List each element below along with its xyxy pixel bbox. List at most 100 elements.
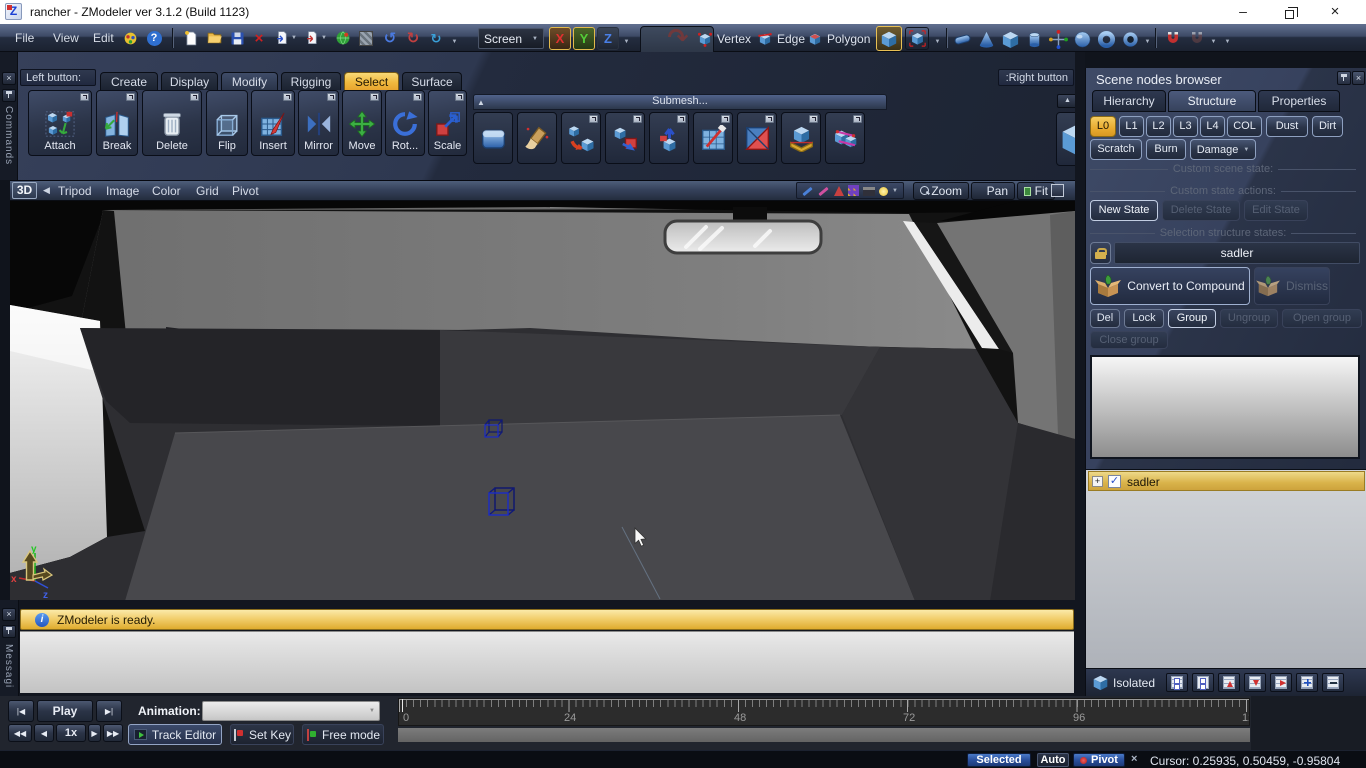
detach-panel-icon[interactable] [853,115,862,123]
auto-mode-button[interactable]: Auto [1037,753,1069,767]
import-button[interactable]: ▼ [272,27,300,49]
minimize-button[interactable]: – [1222,0,1264,24]
fit-button[interactable]: Fit [1017,182,1055,200]
scene-browser-pin-button[interactable] [1337,71,1351,85]
polygon-mode-button[interactable]: Polygon [804,28,873,50]
axis-x-button[interactable]: X [549,27,571,50]
settings-button[interactable] [120,27,140,49]
detach-panel-icon[interactable] [677,115,686,123]
submesh-extrude-button[interactable] [649,112,689,164]
close-button[interactable]: × [1314,0,1356,24]
undo-button[interactable]: ↺ [380,27,400,49]
viewport-menu-grid[interactable]: Grid [196,184,219,198]
redo-button[interactable]: ↻ [403,27,423,49]
step-back-button[interactable]: ◀ [34,724,54,742]
detach-panel-icon[interactable] [765,115,774,123]
menu-view[interactable]: View [48,29,84,47]
pivot-mode-button[interactable]: Pivot [1073,753,1125,767]
create-cylinder-button[interactable] [1023,28,1046,50]
detach-panel-icon[interactable] [809,115,818,123]
timeline-track[interactable] [398,728,1250,742]
export-button[interactable]: ▼ [302,27,330,49]
animation-dropdown[interactable]: ▼ [202,701,380,721]
scene-tree-list[interactable]: + ✓ sadler [1086,469,1366,668]
create-sphere-button[interactable] [1071,28,1094,50]
status-clear-button[interactable]: × [1131,753,1137,765]
tab-create[interactable]: Create [100,72,158,90]
create-dummy-button[interactable] [1047,28,1070,50]
create-cone-button[interactable] [975,28,998,50]
detach-panel-icon[interactable] [370,93,379,101]
snap-dropdown-button[interactable]: ▼ [1208,36,1219,48]
delete-state-button[interactable]: Delete State [1162,200,1240,221]
tool-move-button[interactable]: Move [342,90,382,156]
level-col-button[interactable]: COL [1227,116,1262,137]
detach-panel-icon[interactable] [126,93,135,101]
vertex-mode-button[interactable]: Vertex [694,28,754,50]
tree-expander-button[interactable]: + [1092,476,1103,487]
ungroup-button[interactable]: Ungroup [1220,309,1278,328]
tab-surface[interactable]: Surface [402,72,462,90]
viewport-canvas[interactable]: y x z [10,201,1075,601]
create-torus-button[interactable] [1095,28,1118,50]
level-l1-button[interactable]: L1 [1119,116,1144,137]
submesh-brush-button[interactable] [517,112,557,164]
tab-properties[interactable]: Properties [1258,90,1340,112]
tool-scale-button[interactable]: Scale [428,90,467,156]
save-button[interactable] [226,27,248,49]
submesh-edges-button[interactable] [825,112,865,164]
tool-flip-button[interactable]: Flip [206,90,248,156]
list-uncheck-all-button[interactable] [1192,673,1214,692]
new-file-button[interactable] [180,27,202,49]
viewport-menu-color[interactable]: Color [152,184,181,198]
close-group-button[interactable]: Close group [1090,331,1168,349]
track-editor-button[interactable]: Track Editor [128,724,222,745]
status-message-bar[interactable]: i ZModeler is ready. [20,609,1074,630]
open-file-button[interactable] [203,27,225,49]
group-button[interactable]: Group [1168,309,1216,328]
tree-row-sadler[interactable]: + ✓ sadler [1088,471,1365,491]
current-frame-marker[interactable] [402,699,403,712]
import-dropdown-icon[interactable]: ▼ [291,35,297,41]
lock-button[interactable]: Lock [1124,309,1164,328]
scene-browser-close-button[interactable]: × [1352,71,1365,85]
submesh-move-part-button[interactable] [605,112,645,164]
tab-select[interactable]: Select [344,72,399,90]
tool-rotate-button[interactable]: Rot... [385,90,425,156]
tab-hierarchy[interactable]: Hierarchy [1092,90,1166,112]
list-add-button[interactable] [1296,673,1318,692]
list-remove-button[interactable] [1322,673,1344,692]
object-mode-button[interactable] [876,26,902,51]
pan-button[interactable]: Pan [971,182,1015,200]
scratch-button[interactable]: Scratch [1090,139,1142,160]
selected-mode-button[interactable]: Selected [967,753,1031,767]
tab-modify[interactable]: Modify [221,72,278,90]
detach-panel-icon[interactable] [455,93,464,101]
detach-panel-icon[interactable] [721,115,730,123]
submesh-triangulate-button[interactable] [737,112,777,164]
del-button[interactable]: Del [1090,309,1120,328]
playback-speed-button[interactable]: 1x [56,724,86,742]
submesh-header[interactable]: ▲ Submesh... [473,94,887,110]
open-group-button[interactable]: Open group [1282,309,1362,328]
create-cube-button[interactable] [999,28,1022,50]
list-send-button[interactable] [1270,673,1292,692]
commands-pin-button[interactable] [2,89,16,102]
fast-forward-button[interactable]: ▶▶ [103,724,123,742]
viewport-menu-pivot[interactable]: Pivot [232,184,259,198]
level-l3-button[interactable]: L3 [1173,116,1198,137]
delete-button[interactable]: × [249,27,269,49]
new-state-button[interactable]: New State [1090,200,1158,221]
display-dropdown-icon[interactable]: ▼ [892,188,898,194]
detach-panel-icon[interactable] [633,115,642,123]
tool-insert-button[interactable]: Insert [251,90,295,156]
state-lock-button[interactable] [1090,242,1111,264]
level-l0-button[interactable]: L0 [1090,116,1116,137]
toolbar-overflow-button[interactable]: ▼ [449,36,460,48]
step-forward-button[interactable]: ▶ [88,724,101,742]
viewport-menu-image[interactable]: Image [106,184,139,198]
viewport-menu-tripod[interactable]: Tripod [58,184,92,198]
edit-state-button[interactable]: Edit State [1244,200,1308,221]
material-editor-button[interactable] [355,27,377,49]
tool-delete-button[interactable]: Delete [142,90,202,156]
